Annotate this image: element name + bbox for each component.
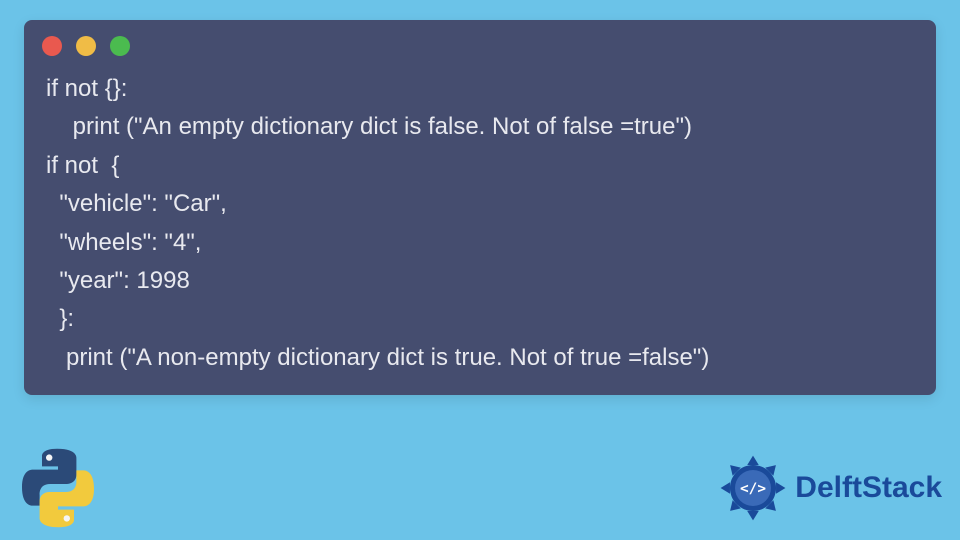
delftstack-brand-text: DelftStack — [795, 471, 942, 505]
code-line: print ("A non-empty dictionary dict is t… — [46, 344, 709, 371]
code-line: if not { — [46, 152, 119, 179]
code-window: if not {}: print ("An empty dictionary d… — [24, 20, 936, 395]
svg-text:</>: </> — [740, 481, 766, 497]
code-line: print ("An empty dictionary dict is fals… — [46, 113, 692, 140]
code-line: if not {}: — [46, 75, 127, 102]
window-controls — [24, 20, 936, 66]
code-line: "vehicle": "Car", — [46, 190, 227, 217]
window-maximize-dot — [110, 36, 130, 56]
code-line: }: — [46, 305, 74, 332]
python-logo-icon — [14, 444, 102, 532]
delftstack-logo: </> DelftStack — [717, 452, 942, 524]
code-block: if not {}: print ("An empty dictionary d… — [24, 66, 936, 377]
code-line: "year": 1998 — [46, 267, 190, 294]
code-line: "wheels": "4", — [46, 229, 201, 256]
window-close-dot — [42, 36, 62, 56]
window-minimize-dot — [76, 36, 96, 56]
delftstack-gear-icon: </> — [717, 452, 789, 524]
